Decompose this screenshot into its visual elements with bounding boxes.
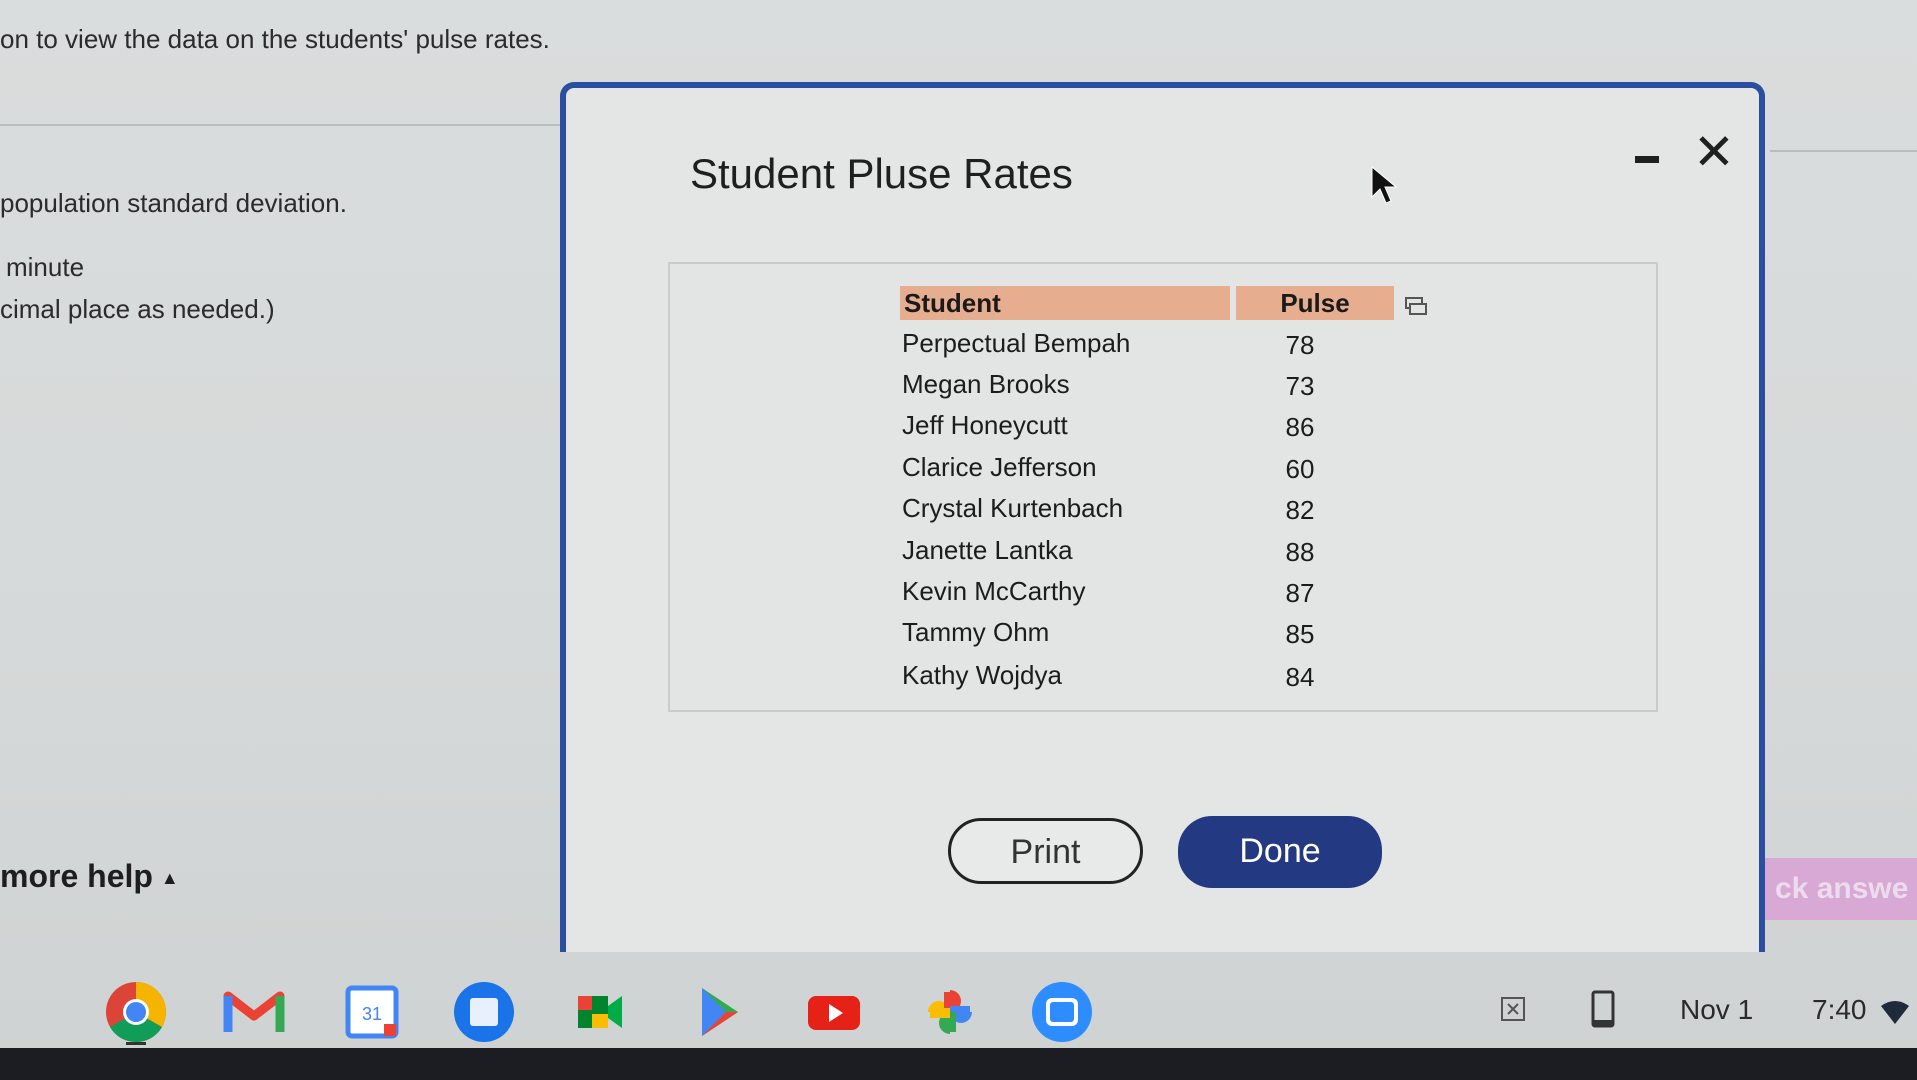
photos-icon[interactable]: [918, 980, 982, 1044]
pulse-value-cell: 88: [1285, 537, 1315, 567]
more-help-label: more help: [0, 858, 153, 894]
gmail-icon[interactable]: [222, 980, 286, 1044]
table-row: Tammy Ohm 85: [900, 617, 1400, 657]
student-name-cell: Kevin McCarthy: [902, 576, 1086, 606]
time-label[interactable]: 7:40: [1812, 994, 1867, 1026]
column-header-pulse: Pulse: [1236, 286, 1394, 320]
pulse-value-cell: 60: [1285, 454, 1315, 484]
more-help-link[interactable]: more help ▲: [0, 858, 179, 895]
play-store-icon[interactable]: [688, 980, 752, 1044]
calendar-date: 31: [362, 1004, 382, 1024]
chrome-icon[interactable]: [104, 980, 168, 1044]
pulse-value-cell: 78: [1285, 330, 1315, 360]
pulse-value-cell: 85: [1285, 619, 1315, 649]
table-row: Clarice Jefferson 60: [900, 452, 1400, 492]
student-name-cell: Crystal Kurtenbach: [902, 493, 1124, 523]
copy-table-icon[interactable]: [1404, 296, 1428, 316]
rounding-text: cimal place as needed.): [0, 294, 275, 324]
bezel: [0, 1048, 1917, 1080]
pulse-value-cell: 86: [1285, 412, 1315, 442]
student-name-cell: Megan Brooks: [902, 369, 1070, 399]
pulse-value-cell: 84: [1285, 662, 1315, 692]
table-row: Crystal Kurtenbach 82: [900, 493, 1400, 533]
mouse-cursor-icon: [1371, 165, 1398, 204]
wifi-icon[interactable]: [1880, 1000, 1910, 1026]
zoom-icon[interactable]: [1030, 980, 1094, 1044]
date-label[interactable]: Nov 1: [1680, 994, 1753, 1026]
column-header-student: Student: [900, 286, 1230, 320]
question-text: population standard deviation.: [0, 188, 347, 218]
print-button[interactable]: Print: [948, 818, 1143, 884]
pulse-value-cell: 87: [1285, 578, 1315, 608]
divider: [1770, 150, 1917, 152]
divider: [0, 124, 560, 126]
student-name-cell: Janette Lantka: [902, 535, 1073, 565]
student-name-cell: Tammy Ohm: [902, 617, 1050, 647]
table-row: Jeff Honeycutt 86: [900, 410, 1400, 450]
meet-icon[interactable]: [568, 980, 632, 1044]
calendar-icon[interactable]: 31: [340, 980, 404, 1044]
table-row: Kevin McCarthy 87: [900, 576, 1400, 616]
youtube-icon[interactable]: [802, 980, 866, 1044]
unit-text: minute: [6, 252, 85, 282]
table-row: Perpectual Bempah 78: [900, 328, 1400, 368]
student-name-cell: Perpectual Bempah: [902, 328, 1131, 358]
phone-hub-icon[interactable]: [1590, 990, 1616, 1028]
close-button[interactable]: ✕: [1693, 127, 1735, 177]
student-name-cell: Jeff Honeycutt: [902, 410, 1068, 440]
table-row: Kathy Wojdya 84: [900, 660, 1400, 700]
table-row: Megan Brooks 73: [900, 369, 1400, 409]
dialog-title: Student Pluse Rates: [690, 150, 1073, 197]
done-button[interactable]: Done: [1178, 816, 1382, 888]
caret-up-icon: ▲: [160, 868, 179, 889]
minimize-button[interactable]: [1632, 140, 1662, 180]
active-app-indicator: [126, 1042, 146, 1045]
pulse-value-cell: 82: [1285, 495, 1315, 525]
student-name-cell: Kathy Wojdya: [902, 660, 1062, 690]
pulse-value-cell: 73: [1285, 371, 1315, 401]
check-answer-button[interactable]: ck answe: [1765, 858, 1917, 920]
table-row: Janette Lantka 88: [900, 535, 1400, 575]
instruction-text: on to view the data on the students' pul…: [0, 24, 550, 54]
student-name-cell: Clarice Jefferson: [902, 452, 1097, 482]
files-icon[interactable]: [452, 980, 516, 1044]
screen-capture-icon[interactable]: [1500, 996, 1526, 1022]
